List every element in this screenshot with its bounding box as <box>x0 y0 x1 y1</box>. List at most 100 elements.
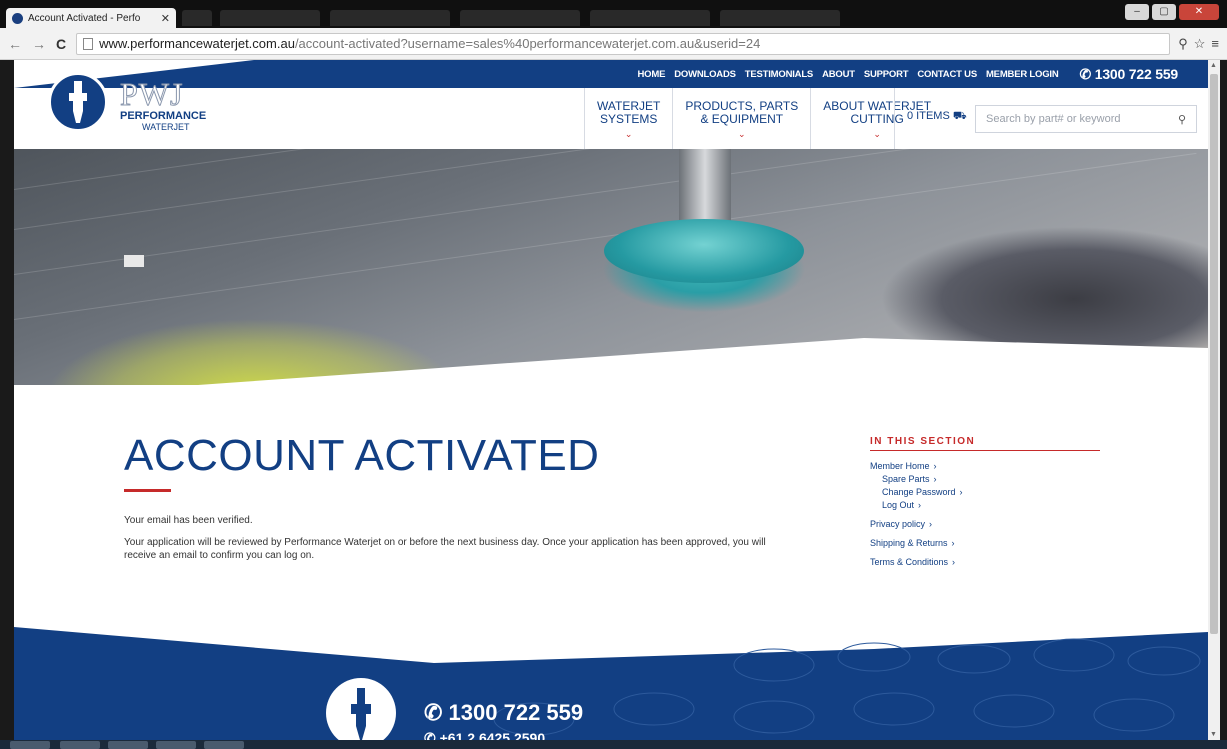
footer-phone-number: 1300 722 559 <box>448 700 584 725</box>
body-text: Your email has been verified. Your appli… <box>124 514 784 571</box>
url-host: www.performancewaterjet.com.au <box>99 36 295 51</box>
footer-phone[interactable]: ✆ 1300 722 559 <box>424 700 583 726</box>
scroll-up-icon[interactable]: ▲ <box>1210 62 1217 69</box>
sidebar-item-member-home[interactable]: Member Home › <box>870 460 1100 473</box>
chevron-down-icon: ⌄ <box>624 129 633 139</box>
footer-logo-icon[interactable] <box>326 678 396 740</box>
mainnav-waterjet-systems[interactable]: WATERJET SYSTEMS ⌄ <box>584 88 672 149</box>
topnav-downloads[interactable]: DOWNLOADS <box>674 69 736 80</box>
phone-icon: ✆ <box>1079 65 1095 82</box>
topnav-member-login[interactable]: MEMBER LOGIN <box>986 69 1059 80</box>
sidebar-item-shipping-returns[interactable]: Shipping & Returns › <box>870 537 1100 550</box>
sidebar-item-label: Member Home <box>870 461 930 471</box>
taskbar-item[interactable] <box>108 741 148 749</box>
footer-phone-intl[interactable]: ✆ +61 2 6425 2590 <box>424 730 545 740</box>
utility-nav: HOME DOWNLOADS TESTIMONIALS ABOUT SUPPOR… <box>638 60 1179 88</box>
back-arrow-icon[interactable]: ← <box>8 36 22 52</box>
chevron-right-icon: › <box>952 557 956 567</box>
forward-arrow-icon[interactable]: → <box>32 36 46 52</box>
header-phone-number: 1300 722 559 <box>1094 65 1178 82</box>
background-tab[interactable] <box>720 10 840 26</box>
scroll-down-icon[interactable]: ▼ <box>1210 731 1217 738</box>
header-phone-link[interactable]: ✆ 1300 722 559 <box>1079 65 1179 83</box>
web-page: HOME DOWNLOADS TESTIMONIALS ABOUT SUPPOR… <box>14 60 1208 740</box>
sidebar-menu: Member Home › Spare Parts › Change Passwor… <box>870 460 1100 569</box>
sidebar-item-label: Spare Parts <box>882 474 930 484</box>
chevron-right-icon: › <box>933 474 937 484</box>
mainnav-products-parts[interactable]: PRODUCTS, PARTS & EQUIPMENT ⌄ <box>672 88 810 149</box>
search-icon[interactable]: ⚲ <box>1178 113 1186 126</box>
topnav-contact-us[interactable]: CONTACT US <box>917 69 977 80</box>
tab-close-icon[interactable]: ✕ <box>161 12 170 25</box>
scrollbar-thumb[interactable] <box>1210 74 1218 634</box>
sidebar-item-spare-parts[interactable]: Spare Parts › <box>870 473 1100 486</box>
title-underline <box>124 489 171 492</box>
section-sidebar: IN THIS SECTION Member Home › Spare Parts… <box>870 436 1100 569</box>
browser-toolbar: ← → C www.performancewaterjet.com.au/acc… <box>0 28 1227 60</box>
sidebar-heading: IN THIS SECTION <box>870 436 1100 451</box>
browser-menu-icon[interactable]: ≡ <box>1211 36 1219 52</box>
footer-phone-intl-number: +61 2 6425 2590 <box>439 730 546 740</box>
minimize-icon[interactable]: – <box>1125 4 1149 20</box>
mainnav-label: & EQUIPMENT <box>700 112 784 126</box>
logo-waterjet: WATERJET <box>142 122 190 132</box>
new-tab-button[interactable] <box>182 10 212 26</box>
main-content: ACCOUNT ACTIVATED Your email has been ve… <box>14 385 1208 665</box>
window-controls: – ▢ ✕ <box>1125 4 1219 20</box>
review-message: Your application will be reviewed by Per… <box>124 537 766 561</box>
sidebar-item-label: Privacy policy <box>870 519 926 529</box>
zoom-icon[interactable]: ⚲ <box>1178 36 1188 52</box>
maximize-icon[interactable]: ▢ <box>1152 4 1176 20</box>
phone-icon: ✆ <box>424 730 440 740</box>
chevron-right-icon: › <box>933 461 937 471</box>
sidebar-item-terms-conditions[interactable]: Terms & Conditions › <box>870 556 1100 569</box>
background-tab[interactable] <box>590 10 710 26</box>
sidebar-item-privacy-policy[interactable]: Privacy policy › <box>870 518 1100 531</box>
cart-button[interactable]: 0 ITEMS ⛟ <box>894 88 979 149</box>
address-bar[interactable]: www.performancewaterjet.com.au/account-a… <box>76 32 1171 55</box>
page-scrollbar[interactable]: ▲ ▼ <box>1208 60 1220 740</box>
topnav-home[interactable]: HOME <box>638 69 666 80</box>
sidebar-item-label: Shipping & Returns <box>870 538 948 548</box>
phone-icon: ✆ <box>424 700 449 725</box>
taskbar-item[interactable] <box>60 741 100 749</box>
background-tab[interactable] <box>460 10 580 26</box>
sidebar-item-log-out[interactable]: Log Out › <box>870 499 1100 512</box>
site-footer: ✆ 1300 722 559 ✆ +61 2 6425 2590 <box>14 627 1208 740</box>
chevron-down-icon: ⌄ <box>738 129 746 139</box>
reload-icon[interactable]: C <box>56 36 66 52</box>
topnav-testimonials[interactable]: TESTIMONIALS <box>745 69 814 80</box>
site-favicon-icon <box>12 12 23 24</box>
logo-performance: PERFORMANCE <box>120 110 207 122</box>
slider-indicator[interactable] <box>124 255 144 267</box>
background-tab[interactable] <box>220 10 320 26</box>
url-path: /account-activated?username=sales%40perf… <box>294 36 761 51</box>
logo-wordmark[interactable]: PWJ PERFORMANCE WATERJET <box>119 78 207 133</box>
pwj-logo-icon[interactable] <box>48 72 108 132</box>
site-header: PWJ PERFORMANCE WATERJET WATERJET SYSTEM… <box>14 72 1208 149</box>
search-input[interactable]: Search by part# or keyword ⚲ <box>975 105 1197 133</box>
background-tab[interactable] <box>330 10 450 26</box>
search-placeholder: Search by part# or keyword <box>986 113 1121 125</box>
main-nav: WATERJET SYSTEMS ⌄ PRODUCTS, PARTS & EQU… <box>584 88 943 149</box>
cart-count: 0 ITEMS <box>907 110 950 122</box>
mainnav-label: PRODUCTS, PARTS <box>685 99 799 113</box>
topnav-about[interactable]: ABOUT <box>822 69 855 80</box>
footer-background <box>14 627 1208 740</box>
sidebar-item-label: Terms & Conditions <box>870 557 949 567</box>
waterjet-nozzle-image <box>679 149 731 227</box>
start-button[interactable] <box>10 741 50 749</box>
chevron-right-icon: › <box>929 519 933 529</box>
page-title: ACCOUNT ACTIVATED <box>124 431 600 480</box>
browser-tab[interactable]: Account Activated - Perfo ✕ <box>6 8 176 28</box>
bookmark-star-icon[interactable]: ☆ <box>1194 36 1206 52</box>
sidebar-item-change-password[interactable]: Change Password › <box>870 486 1100 499</box>
os-taskbar <box>0 740 1227 749</box>
chevron-right-icon: › <box>951 538 955 548</box>
verified-message: Your email has been verified. <box>124 515 253 526</box>
taskbar-item[interactable] <box>204 741 244 749</box>
chevron-right-icon: › <box>959 487 963 497</box>
taskbar-item[interactable] <box>156 741 196 749</box>
topnav-support[interactable]: SUPPORT <box>864 69 909 80</box>
close-window-icon[interactable]: ✕ <box>1179 4 1219 20</box>
